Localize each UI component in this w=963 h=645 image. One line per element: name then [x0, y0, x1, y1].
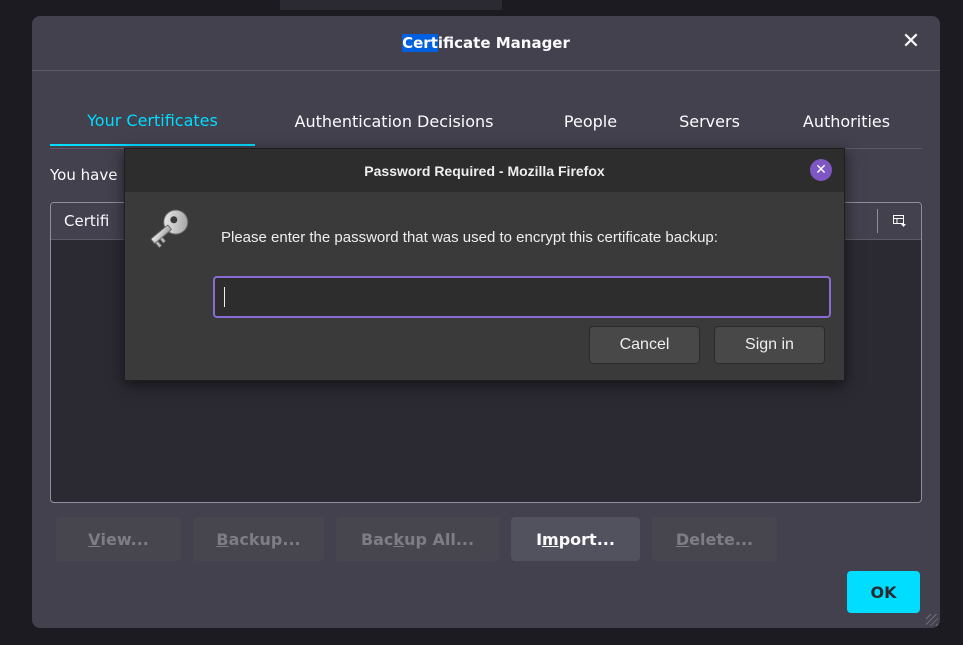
tab-people[interactable]: People	[533, 96, 648, 146]
password-prompt-message: Please enter the password that was used …	[221, 229, 718, 246]
import-button[interactable]: Im port...	[511, 517, 640, 561]
tab-bar: Your Certificates Authentication Decisio…	[50, 96, 922, 149]
password-input[interactable]	[213, 276, 831, 318]
view-button[interactable]: View...	[56, 517, 181, 561]
delete-button[interactable]: Delete...	[652, 517, 777, 561]
password-dialog-title: Password Required - Mozilla Firefox	[364, 162, 605, 179]
close-icon[interactable]: ✕	[900, 29, 922, 54]
tab-servers[interactable]: Servers	[648, 96, 771, 146]
tab-your-certificates[interactable]: Your Certificates	[50, 96, 255, 146]
key-icon	[150, 209, 189, 249]
background-window-strip	[280, 0, 502, 10]
title-highlight: Cert	[402, 34, 438, 52]
tab-authorities[interactable]: Authorities	[771, 96, 922, 146]
title-rest: ificate Manager	[437, 34, 570, 52]
sign-in-button[interactable]: Sign in	[714, 326, 825, 364]
tab-authentication-decisions[interactable]: Authentication Decisions	[255, 96, 533, 146]
column-picker-icon[interactable]	[877, 209, 921, 233]
text-caret	[224, 287, 225, 307]
action-buttons: View... Backup... Bac k up All... Im port..…	[56, 517, 777, 561]
ok-button[interactable]: OK	[847, 571, 920, 613]
backup-button[interactable]: Backup...	[193, 517, 324, 561]
password-required-dialog: Password Required - Mozilla Firefox ✕ Pl…	[124, 148, 845, 381]
close-icon[interactable]: ✕	[810, 159, 832, 181]
dialog-title: Certificate Manager	[402, 34, 570, 52]
column-header-certificate[interactable]: Certifi	[51, 212, 109, 230]
cancel-button[interactable]: Cancel	[589, 326, 700, 364]
backup-all-button[interactable]: Bac k up All...	[336, 517, 499, 561]
dialog-header: Certificate Manager ✕	[32, 16, 940, 71]
resize-grip-icon[interactable]	[926, 614, 938, 626]
intro-text: You have	[50, 166, 118, 184]
password-dialog-header: Password Required - Mozilla Firefox ✕	[125, 149, 844, 192]
